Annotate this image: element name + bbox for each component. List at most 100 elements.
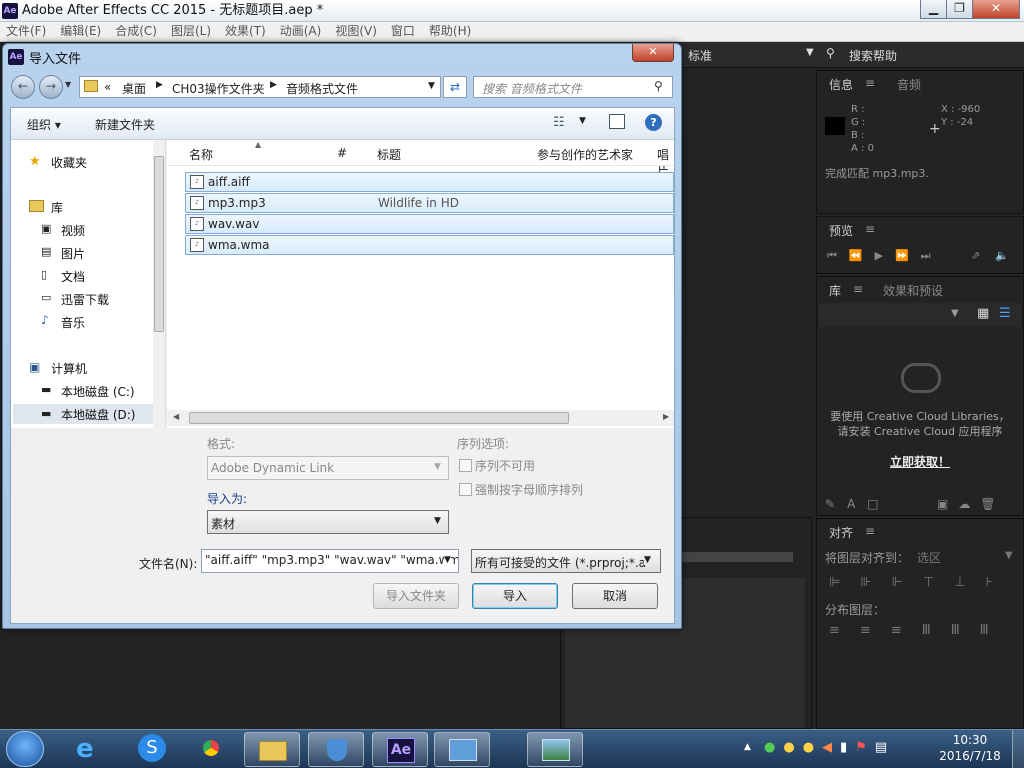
align-top-icon[interactable]: ⊤ — [923, 575, 934, 590]
effects-presets-tab[interactable]: 效果和预设 — [883, 282, 943, 299]
dist-top-icon[interactable]: ≡ — [829, 623, 840, 638]
menu-window[interactable]: 窗口 — [391, 22, 415, 41]
workspace-label[interactable]: 标准 — [688, 47, 712, 64]
breadcrumb-audio[interactable]: 音频格式文件 — [286, 80, 358, 97]
text-icon[interactable]: A — [847, 497, 855, 511]
menu-composition[interactable]: 合成(C) — [115, 22, 157, 41]
library-tab[interactable]: 库 — [829, 282, 841, 299]
align-vcenter-icon[interactable]: ⊥ — [954, 575, 965, 590]
menu-edit[interactable]: 编辑(E) — [60, 22, 101, 41]
stock-icon[interactable]: ▣ — [937, 497, 948, 511]
sidebar-drive-c[interactable]: 本地磁盘 (C:) — [61, 384, 135, 400]
chevron-down-icon[interactable]: ▼ — [444, 555, 451, 565]
maximize-button[interactable]: ❐ — [946, 0, 973, 19]
volume-icon[interactable]: 🔈 — [995, 249, 1009, 262]
panel-menu-icon[interactable]: ≡ — [853, 282, 863, 296]
column-title[interactable]: 标题 — [377, 146, 401, 163]
sidebar-scrollbar[interactable] — [153, 140, 165, 428]
breadcrumb-ch03[interactable]: CH03操作文件夹 — [172, 80, 265, 97]
breadcrumb-prefix[interactable]: « — [104, 80, 111, 94]
chrome-icon[interactable] — [197, 734, 225, 762]
hscroll-thumb[interactable] — [189, 412, 569, 424]
trash-icon[interactable]: 🗑 — [980, 497, 995, 511]
minimize-button[interactable]: ▁ — [920, 0, 947, 19]
import-button[interactable]: 导入 — [472, 583, 558, 609]
panel-menu-icon[interactable]: ≡ — [865, 524, 875, 538]
scroll-right-icon[interactable]: ▶ — [663, 412, 669, 421]
clock[interactable]: 10:30 2016/7/18 — [934, 732, 1006, 764]
menu-layer[interactable]: 图层(L) — [171, 22, 211, 41]
align-bottom-icon[interactable]: ⊦ — [986, 575, 993, 590]
chevron-down-icon[interactable]: ▼ — [1005, 550, 1013, 561]
align-to-select[interactable]: 选区 — [917, 549, 941, 566]
menu-file[interactable]: 文件(F) — [6, 22, 46, 41]
sidebar-favorites[interactable]: 收藏夹 — [51, 155, 87, 171]
show-hidden-icons[interactable]: ▲ — [744, 742, 751, 752]
sidebar-item-documents[interactable]: 文档 — [61, 269, 85, 285]
panel-menu-icon[interactable]: ≡ — [865, 76, 875, 90]
refresh-button[interactable]: ⇄ — [443, 76, 467, 98]
sidebar-drive-d[interactable]: 本地磁盘 (D:) — [61, 407, 135, 423]
column-artist[interactable]: 参与创作的艺术家 — [537, 146, 633, 163]
qq-icon[interactable]: ● — [783, 740, 794, 755]
dist-bottom-icon[interactable]: ≡ — [891, 623, 902, 638]
view-dropdown-icon[interactable]: ▼ — [579, 116, 586, 126]
breadcrumb-desktop[interactable]: 桌面 — [122, 80, 146, 97]
menu-view[interactable]: 视图(V) — [335, 22, 377, 41]
ie-icon[interactable]: e — [76, 736, 94, 762]
address-bar[interactable]: « 桌面 ▶ CH03操作文件夹 ▶ 音频格式文件 ▼ — [79, 76, 441, 98]
network-icon[interactable]: ▮ — [840, 740, 847, 755]
control-panel-task[interactable] — [434, 732, 490, 767]
sidebar-item-pictures[interactable]: 图片 — [61, 246, 85, 262]
sidebar-computer[interactable]: 计算机 — [51, 361, 87, 377]
view-options-icon[interactable]: ☷ — [553, 115, 565, 130]
grid-view-icon[interactable]: ▦ — [977, 306, 989, 321]
next-frame-icon[interactable]: ⏩ — [895, 249, 909, 263]
sidebar-item-music[interactable]: 音乐 — [61, 315, 85, 331]
align-hcenter-icon[interactable]: ⊪ — [860, 575, 871, 590]
column-number[interactable]: # — [337, 146, 347, 160]
dist-right-icon[interactable]: Ⅲ — [980, 623, 989, 638]
help-icon[interactable]: ? — [645, 114, 662, 131]
file-list-hscrollbar[interactable]: ◀ ▶ — [167, 410, 674, 426]
filename-input[interactable]: "aiff.aiff" "mp3.mp3" "wav.wav" "wma.wm … — [201, 549, 459, 573]
audio-tab[interactable]: 音频 — [897, 76, 921, 93]
cloud-icon[interactable]: ☁ — [958, 497, 970, 511]
organize-menu[interactable]: 组织 ▾ — [27, 116, 61, 133]
menu-effect[interactable]: 效果(T) — [225, 22, 266, 41]
play-icon[interactable]: ▶ — [875, 249, 883, 263]
clipboard-icon[interactable]: ▤ — [875, 740, 887, 755]
speaker-icon[interactable]: ◀ — [822, 740, 832, 755]
dialog-close-button[interactable]: ✕ — [632, 44, 674, 62]
chevron-down-icon[interactable]: ▼ — [434, 516, 441, 526]
table-row[interactable]: ♪ wma.wma — [185, 235, 674, 255]
list-view-icon[interactable]: ☰ — [999, 306, 1011, 321]
back-button[interactable]: ← — [11, 75, 35, 99]
forward-button[interactable]: → — [39, 75, 63, 99]
sidebar-scroll-thumb[interactable] — [154, 156, 164, 332]
align-left-icon[interactable]: ⊫ — [829, 575, 840, 590]
chevron-down-icon[interactable]: ▼ — [644, 555, 651, 565]
table-row[interactable]: ♪ wav.wav — [185, 214, 674, 234]
table-row[interactable]: ♪ aiff.aiff — [185, 172, 674, 192]
address-dropdown-icon[interactable]: ▼ — [428, 81, 435, 91]
last-frame-icon[interactable]: ⏭ — [921, 249, 931, 263]
qq2-icon[interactable]: ● — [803, 740, 814, 755]
table-row[interactable]: ♪ mp3.mp3 Wildlife in HD — [185, 193, 674, 213]
scroll-left-icon[interactable]: ◀ — [173, 412, 179, 421]
preview-tab[interactable]: 预览 — [829, 222, 853, 239]
first-frame-icon[interactable]: ⏮ — [827, 249, 837, 263]
cancel-button[interactable]: 取消 — [572, 583, 658, 609]
align-tab[interactable]: 对齐 — [829, 524, 853, 541]
explorer-task[interactable] — [244, 732, 300, 767]
dist-vcenter-icon[interactable]: ≡ — [860, 623, 871, 638]
loop-icon[interactable]: ⇗ — [971, 249, 980, 262]
import-as-select[interactable]: 素材 ▼ — [207, 510, 449, 534]
dist-hcenter-icon[interactable]: Ⅲ — [951, 623, 960, 638]
cc-get-link[interactable]: 立即获取！ — [817, 453, 1023, 470]
info-tab[interactable]: 信息 — [829, 76, 853, 93]
show-desktop-button[interactable] — [1012, 730, 1024, 768]
flag-icon[interactable]: ⚑ — [855, 740, 867, 755]
search-help[interactable]: 搜索帮助 — [849, 47, 897, 64]
sogou-icon[interactable]: S — [138, 734, 166, 762]
